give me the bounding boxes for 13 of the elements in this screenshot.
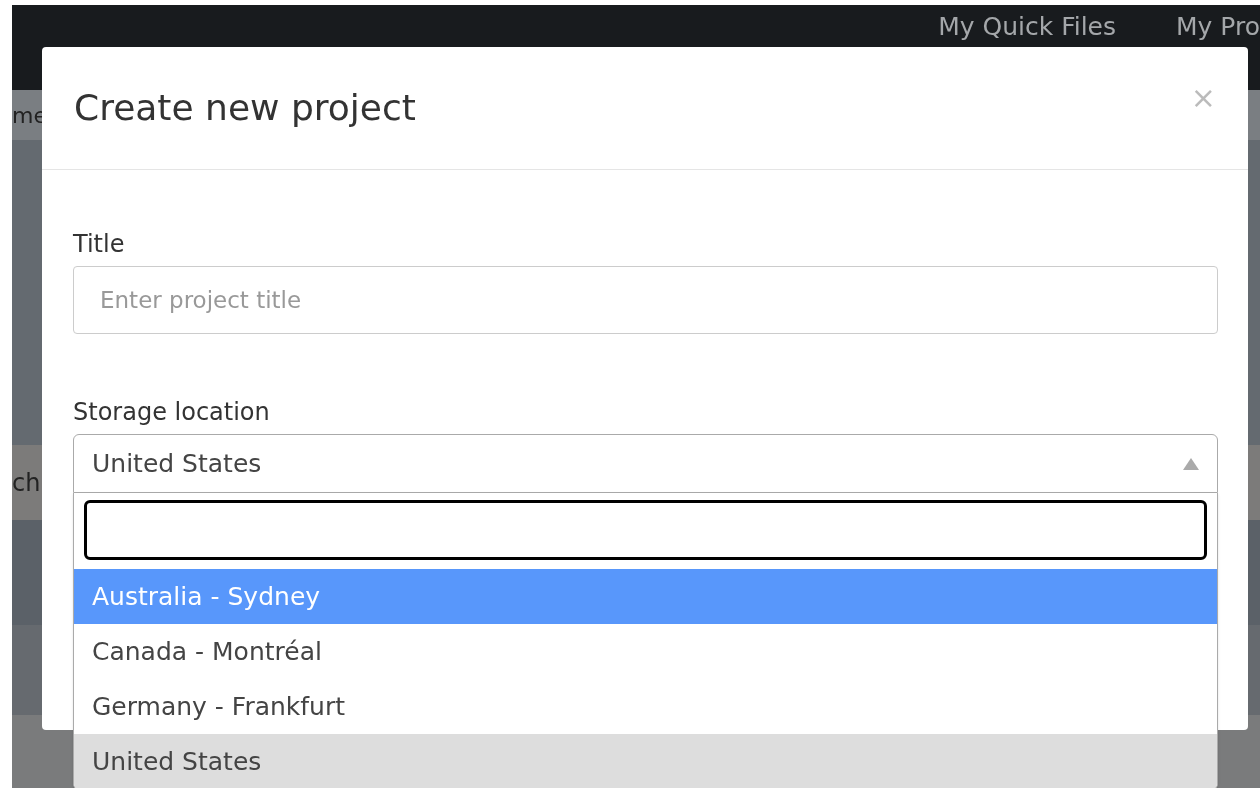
search-field[interactable] [84, 500, 1207, 560]
location-select[interactable]: United States [73, 434, 1218, 493]
dropdown-option[interactable]: Canada - Montréal [74, 624, 1217, 679]
nav-link[interactable]: My Pro [1176, 11, 1260, 43]
title-field[interactable]: Enter project title [73, 266, 1218, 334]
page-text: ch [12, 467, 41, 499]
modal-title: Create new project [74, 86, 416, 130]
nav-link[interactable]: My Quick Files [938, 11, 1116, 43]
dropdown-option[interactable]: United States [74, 734, 1217, 788]
field-label: Storage location [73, 397, 271, 428]
field-label: Title [73, 229, 126, 260]
dropdown-option[interactable]: Germany - Frankfurt [74, 679, 1217, 734]
caret-icon [1183, 457, 1199, 470]
